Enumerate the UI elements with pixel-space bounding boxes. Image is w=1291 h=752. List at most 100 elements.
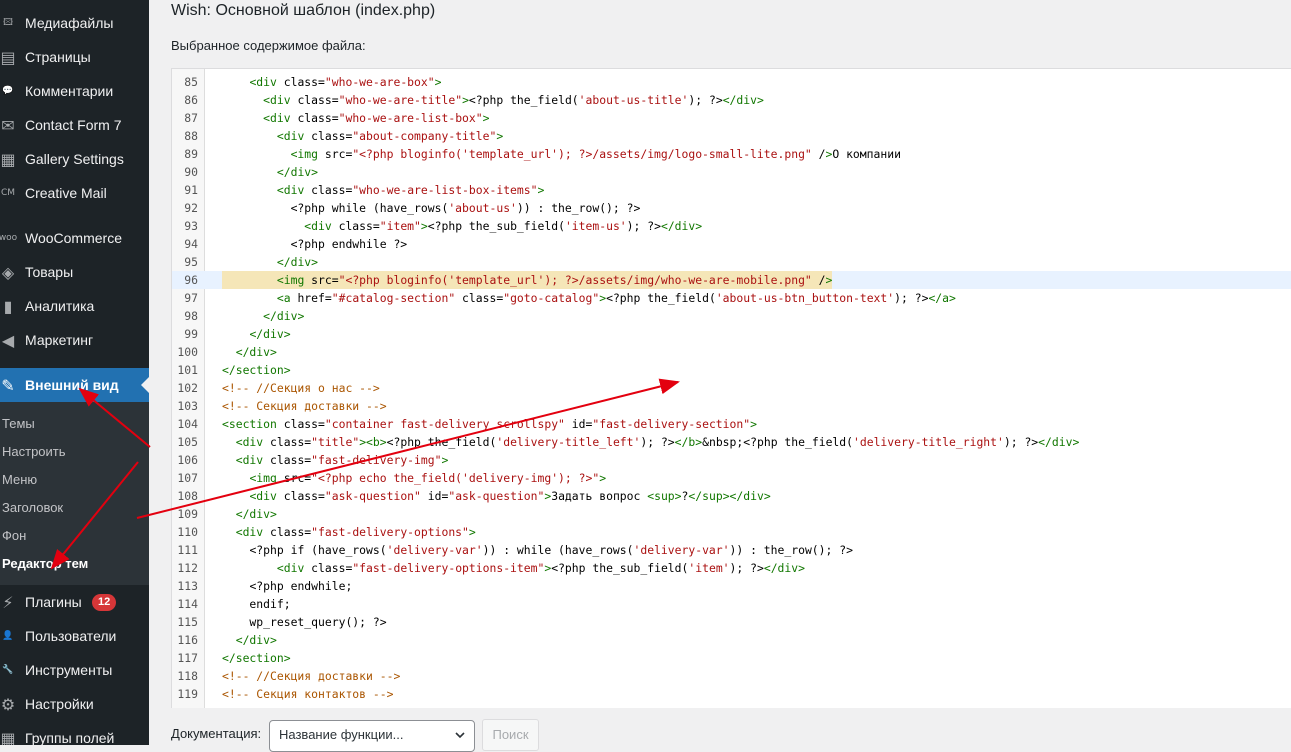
code-text: </section> [222,651,291,665]
code-line[interactable]: 85 <div class="who-we-are-box"> [172,73,1291,91]
page-title: Wish: Основной шаблон (index.php) [171,2,436,19]
line-number: 99 [184,327,198,341]
code-line[interactable]: 87 <div class="who-we-are-list-box"> [172,109,1291,127]
submenu-item-themes[interactable]: Темы [2,416,35,431]
line-number: 108 [177,489,198,503]
comments-icon: 💬 [2,86,14,96]
code-line[interactable]: 89 <img src="<?php bloginfo('template_ur… [172,145,1291,163]
submenu-item-theme-editor[interactable]: Редактор тем [2,556,88,571]
code-text: <img src="<?php bloginfo('template_url')… [222,271,833,289]
sidebar-item-woocommerce[interactable]: woo WooCommerce [0,221,149,255]
sidebar-item-settings[interactable]: ⚙ Настройки [0,687,149,721]
code-line[interactable]: 91 <div class="who-we-are-list-box-items… [172,181,1291,199]
code-line[interactable]: 98 </div> [172,307,1291,325]
cm-icon: CM [0,188,16,198]
code-text: </div> [249,327,291,341]
code-line[interactable]: 116 </div> [172,631,1291,649]
line-number: 103 [177,399,198,413]
code-text: </div> [276,165,319,179]
line-number: 85 [184,75,198,89]
line-number: 114 [177,597,198,611]
sidebar-item-label: Инструменты [25,662,113,678]
line-number: 117 [177,651,198,665]
line-number: 86 [184,93,198,107]
line-number: 96 [184,273,198,287]
code-line[interactable]: 107 <img src="<?php echo the_field('deli… [172,469,1291,487]
line-number: 87 [184,111,198,125]
submenu-item-background[interactable]: Фон [2,528,26,543]
code-text: <!-- Секция доставки --> [222,399,387,413]
megaphone-icon: ◀ [1,330,15,350]
code-line[interactable]: 100 </div> [172,343,1291,361]
sidebar-item-appearance[interactable]: ✎ Внешний вид [0,368,149,402]
code-text: <div class="who-we-are-list-box-items"> [276,183,545,197]
code-text: <!-- //Секция о нас --> [222,381,380,395]
code-line[interactable]: 90 </div> [172,163,1291,181]
sidebar-item-field-groups[interactable]: ▦ Группы полей [0,721,149,746]
code-line[interactable]: 105 <div class="title"><b><?php the_fiel… [172,433,1291,451]
submenu-item-customize[interactable]: Настроить [2,444,66,459]
code-line[interactable]: 111 <?php if (have_rows('delivery-var'))… [172,541,1291,559]
sidebar-item-gallery-settings[interactable]: ▦ Gallery Settings [0,142,149,176]
function-name-select[interactable]: Название функции... [269,720,475,752]
code-line[interactable]: 106 <div class="fast-delivery-img"> [172,451,1291,469]
submenu-item-header[interactable]: Заголовок [2,500,63,515]
sidebar-item-pages[interactable]: ▤ Страницы [0,40,149,74]
sidebar-item-products[interactable]: ◈ Товары [0,255,149,289]
code-line[interactable]: 115 wp_reset_query(); ?> [172,613,1291,631]
line-number: 105 [177,435,198,449]
line-number: 112 [177,561,198,575]
line-number: 104 [177,417,198,431]
pages-icon: ▤ [0,47,16,67]
code-line[interactable]: 104 <section class="container fast-delive… [172,415,1291,433]
sidebar-item-marketing[interactable]: ◀ Маркетинг [0,323,149,357]
submenu-item-menus[interactable]: Меню [2,472,37,487]
sidebar-item-contact-form-7[interactable]: ✉ Contact Form 7 [0,108,149,142]
sidebar-item-creative-mail[interactable]: CM Creative Mail [0,176,149,210]
sidebar-item-label: WooCommerce [25,230,122,246]
code-line[interactable]: 103 <!-- Секция доставки --> [172,397,1291,415]
code-line[interactable]: 86 <div class="who-we-are-title"><?php t… [172,91,1291,109]
code-line[interactable]: 110 <div class="fast-delivery-options"> [172,523,1291,541]
code-text: <?php while (have_rows('about-us')) : th… [290,201,641,215]
sidebar-item-plugins[interactable]: ⚡ Плагины 12 [0,585,149,619]
sidebar-item-tools[interactable]: 🔧 Инструменты [0,653,149,687]
code-line[interactable]: 117 </section> [172,649,1291,667]
line-number: 88 [184,129,198,143]
code-line[interactable]: 109 </div> [172,505,1291,523]
code-text: </div> [235,345,277,359]
line-number: 110 [177,525,198,539]
settings-icon: ⚙ [0,694,16,714]
code-line[interactable]: 108 <div class="ask-question" id="ask-qu… [172,487,1291,505]
line-number: 93 [184,219,198,233]
code-line[interactable]: 118 <!-- //Секция доставки --> [172,667,1291,685]
sidebar-item-media[interactable]: 🖾 Медиафайлы [0,6,149,40]
code-line[interactable]: 99 </div> [172,325,1291,343]
code-text: <div class="who-we-are-box"> [249,75,442,89]
code-line[interactable]: 92 <?php while (have_rows('about-us')) :… [172,199,1291,217]
sidebar-item-label: Медиафайлы [25,15,114,31]
code-editor[interactable]: 85 <div class="who-we-are-box"> 86 <div c… [171,68,1291,710]
search-button[interactable]: Поиск [482,719,539,751]
gallery-icon: ▦ [0,149,16,169]
code-line[interactable]: 112 <div class="fast-delivery-options-it… [172,559,1291,577]
code-text: </section> [222,363,291,377]
sidebar-item-comments[interactable]: 💬 Комментарии [0,74,149,108]
code-line[interactable]: 114 endif; [172,595,1291,613]
code-line[interactable]: 113 <?php endwhile; [172,577,1291,595]
code-line[interactable]: 96 <img src="<?php bloginfo('template_ur… [172,271,1291,289]
line-number: 118 [177,669,198,683]
sidebar-item-users[interactable]: 👤 Пользователи [0,619,149,653]
code-line[interactable]: 97 <a href="#catalog-section" class="got… [172,289,1291,307]
code-line[interactable]: 101 </section> [172,361,1291,379]
update-count-badge: 12 [92,593,117,611]
code-line[interactable]: 88 <div class="about-company-title"> [172,127,1291,145]
code-line[interactable]: 119 <!-- Секция контактов --> [172,685,1291,703]
code-line[interactable]: 95 </div> [172,253,1291,271]
sidebar-item-label: Аналитика [25,298,95,314]
code-line[interactable]: 93 <div class="item"><?php the_sub_field… [172,217,1291,235]
user-icon: 👤 [2,631,14,641]
code-line[interactable]: 102 <!-- //Секция о нас --> [172,379,1291,397]
sidebar-item-analytics[interactable]: ▮ Аналитика [0,289,149,323]
code-line[interactable]: 94 <?php endwhile ?> [172,235,1291,253]
